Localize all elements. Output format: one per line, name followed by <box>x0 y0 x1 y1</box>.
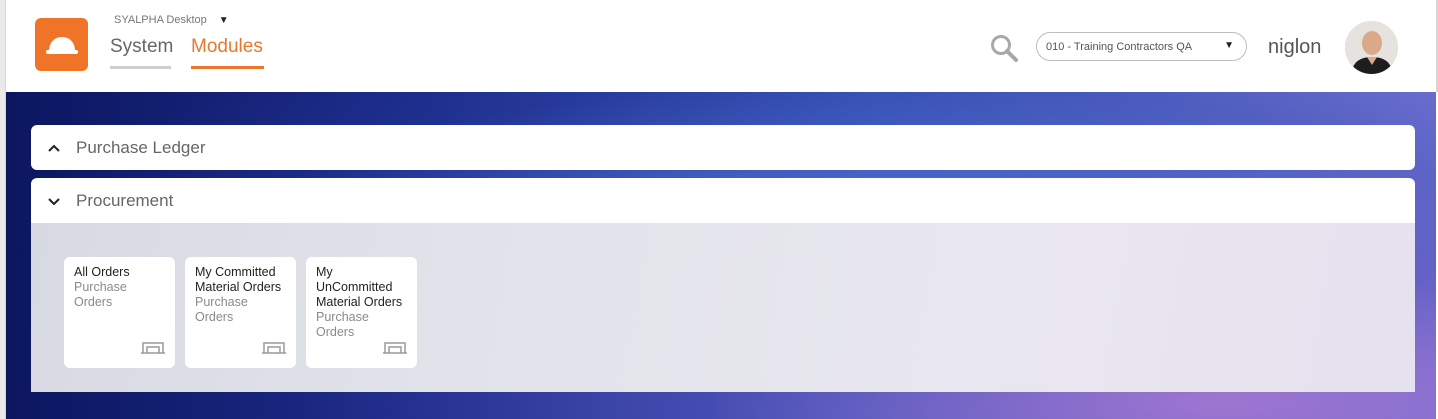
section-title: Purchase Ledger <box>76 137 206 157</box>
app-picker-label: SYALPHA Desktop <box>114 14 207 26</box>
chevron-up-icon <box>48 144 60 152</box>
app-logo[interactable] <box>35 18 88 71</box>
caret-down-icon: ▼ <box>1224 40 1234 51</box>
tile-title: My Committed Material Orders <box>195 265 282 294</box>
module-icon <box>262 342 286 354</box>
company-select-value: 010 - Training Contractors QA <box>1046 40 1193 53</box>
module-icon <box>383 342 407 354</box>
main-content: Purchase Ledger Procurement All Orders P… <box>6 92 1436 419</box>
chevron-down-icon <box>48 197 60 205</box>
section-header[interactable]: Procurement <box>31 178 1415 223</box>
caret-down-icon: ▼ <box>218 14 229 26</box>
app-picker[interactable]: SYALPHA Desktop ▼ <box>114 14 229 26</box>
avatar[interactable] <box>1345 21 1398 74</box>
section-title: Procurement <box>76 190 174 210</box>
section-header[interactable]: Purchase Ledger <box>31 125 1415 170</box>
tile-subtitle: Purchase Orders <box>316 310 369 339</box>
username[interactable]: niglon <box>1268 36 1321 59</box>
tile-all-orders[interactable]: All Orders Purchase Orders <box>64 257 175 368</box>
tile-subtitle: Purchase Orders <box>195 295 248 324</box>
tab-modules[interactable]: Modules <box>191 36 264 69</box>
tile-subtitle: Purchase Orders <box>74 280 127 309</box>
section-purchase-ledger[interactable]: Purchase Ledger <box>31 125 1415 170</box>
search-icon[interactable] <box>989 33 1019 63</box>
hard-hat-icon <box>45 36 78 54</box>
tile-title: My UnCommitted Material Orders <box>316 265 403 309</box>
module-tiles-area: All Orders Purchase Orders My Committed … <box>31 223 1415 392</box>
tile-my-uncommitted-material-orders[interactable]: My UnCommitted Material Orders Purchase … <box>306 257 417 368</box>
module-icon <box>141 342 165 354</box>
top-header: SYALPHA Desktop ▼ System Modules 010 - T… <box>6 0 1436 92</box>
tile-title: All Orders <box>74 265 130 279</box>
user-photo <box>1345 21 1398 74</box>
section-procurement: Procurement All Orders Purchase Orders M… <box>31 178 1415 392</box>
tab-system[interactable]: System <box>110 36 173 69</box>
tile-my-committed-material-orders[interactable]: My Committed Material Orders Purchase Or… <box>185 257 296 368</box>
company-select[interactable]: 010 - Training Contractors QA ▼ <box>1036 32 1247 61</box>
